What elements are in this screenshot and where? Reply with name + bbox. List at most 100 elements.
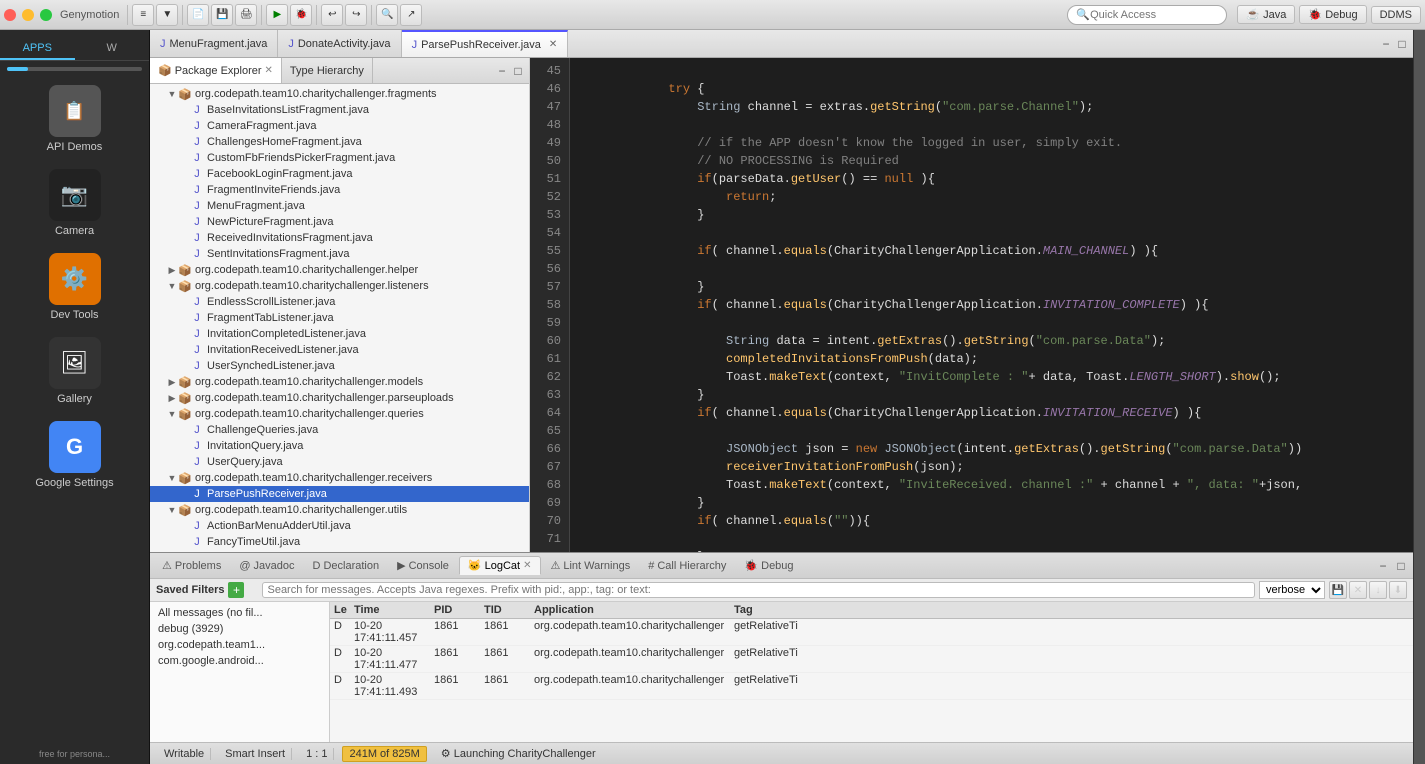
java-icon: J [190,247,204,261]
toolbar-debug-btn[interactable]: 🐞 [290,4,312,26]
tree-file-inv-complete[interactable]: J InvitationCompletedListener.java [150,326,529,342]
app-item-camera[interactable]: 📷 Camera [0,161,149,245]
toolbar-btn-2[interactable]: ▼ [156,4,178,26]
toolbar-search-btn[interactable]: 🔍 [376,4,398,26]
pkg-minimize-btn[interactable]: − [495,64,509,78]
toolbar-print-btn[interactable]: 🖨 [235,4,257,26]
toolbar-redo-btn[interactable]: ↪ [345,4,367,26]
tree-pkg-models[interactable]: ▶ 📦 org.codepath.team10.charitychallenge… [150,374,529,390]
window-maximize-btn[interactable] [40,9,52,21]
tab-menu-fragment[interactable]: J MenuFragment.java [150,30,278,57]
app-item-dev-tools[interactable]: ⚙️ Dev Tools [0,245,149,329]
sidebar-tab-w[interactable]: W [75,38,150,60]
tab-javadoc[interactable]: @ Javadoc [231,558,302,574]
logcat-row-2[interactable]: D 10-20 17:41:11.477 1861 1861 org.codep… [330,646,1413,673]
row-tag: getRelativeTi [734,620,1409,644]
tree-pkg-fragments[interactable]: ▼ 📦 org.codepath.team10.charitychallenge… [150,86,529,102]
logcat-row-1[interactable]: D 10-20 17:41:11.457 1861 1861 org.codep… [330,619,1413,646]
tree-file-fb-login[interactable]: J FacebookLoginFragment.java [150,166,529,182]
logcat-scroll-btn[interactable]: ↓ [1369,581,1387,599]
logcat-verbose-select[interactable]: verbose debug info warn error [1259,581,1325,599]
tab-debug[interactable]: 🐞 Debug [736,557,801,574]
quick-access-input[interactable] [1090,9,1218,21]
pkg-close-icon[interactable]: ✕ [265,65,273,76]
tab-call-hierarchy[interactable]: # Call Hierarchy [640,558,734,574]
bottom-minimize-btn[interactable]: − [1375,558,1391,574]
package-tree[interactable]: ▼ 📦 org.codepath.team10.charitychallenge… [150,84,529,552]
tree-pkg-utils[interactable]: ▼ 📦 org.codepath.team10.charitychallenge… [150,502,529,518]
tab-close-icon[interactable]: ✕ [549,39,557,50]
sidebar-tab-apps[interactable]: APPS [0,38,75,60]
logcat-search-input[interactable] [262,582,1255,598]
tree-file-actionbar[interactable]: J ActionBarMenuAdderUtil.java [150,518,529,534]
tree-pkg-receivers[interactable]: ▼ 📦 org.codepath.team10.charitychallenge… [150,470,529,486]
tree-file-camera-frag[interactable]: J CameraFragment.java [150,118,529,134]
logcat-content: All messages (no fil... debug (3929) org… [150,602,1413,742]
quick-access-search[interactable]: 🔍 [1067,5,1227,25]
toolbar-save-btn[interactable]: 💾 [211,4,233,26]
java-icon: J [190,455,204,469]
tree-pkg-listeners[interactable]: ▼ 📦 org.codepath.team10.charitychallenge… [150,278,529,294]
tab-console[interactable]: ▶ Console [389,557,457,574]
package-explorer-tab[interactable]: 📦 Package Explorer ✕ [150,58,282,83]
tree-file-fragment-invite[interactable]: J FragmentInviteFriends.java [150,182,529,198]
tab-declaration[interactable]: D Declaration [305,558,388,574]
tab-problems[interactable]: ⚠ Problems [154,557,229,574]
java-perspective-btn[interactable]: ☕ Java [1237,5,1295,24]
tab-logcat[interactable]: 🐱 LogCat ✕ [459,556,541,575]
filter-debug[interactable]: debug (3929) [154,622,325,636]
code-editor[interactable]: try { String channel = extras.getString(… [570,58,1413,552]
tree-file-sent-inv[interactable]: J SentInvitationsFragment.java [150,246,529,262]
ddms-perspective-btn[interactable]: DDMS [1371,6,1421,24]
tree-label: MenuFragment.java [207,200,305,212]
toolbar-new-btn[interactable]: 📄 [187,4,209,26]
tree-file-challenges[interactable]: J ChallengesHomeFragment.java [150,134,529,150]
tree-pkg-parseuploads[interactable]: ▶ 📦 org.codepath.team10.charitychallenge… [150,390,529,406]
tab-donate-activity[interactable]: J DonateActivity.java [278,30,401,57]
tree-file-menu-frag[interactable]: J MenuFragment.java [150,198,529,214]
bottom-maximize-btn[interactable]: □ [1393,558,1409,574]
tree-file-user-synched[interactable]: J UserSynchedListener.java [150,358,529,374]
window-close-btn[interactable] [4,9,16,21]
app-item-gallery[interactable]: 🖼 Gallery [0,329,149,413]
maximize-editor-btn[interactable]: □ [1395,37,1409,51]
type-hierarchy-tab[interactable]: Type Hierarchy [282,58,373,83]
window-minimize-btn[interactable] [22,9,34,21]
app-item-google-settings[interactable]: G Google Settings [0,413,149,497]
logcat-row-3[interactable]: D 10-20 17:41:11.493 1861 1861 org.codep… [330,673,1413,700]
tree-file-user-query[interactable]: J UserQuery.java [150,454,529,470]
tree-file-endless-scroll[interactable]: J EndlessScrollListener.java [150,294,529,310]
tab-lint-warnings[interactable]: ⚠ Lint Warnings [543,557,639,574]
minimize-editor-btn[interactable]: − [1379,37,1393,51]
tree-file-newpic[interactable]: J NewPictureFragment.java [150,214,529,230]
tree-file-customfb[interactable]: J CustomFbFriendsPickerFragment.java [150,150,529,166]
app-item-api-demos[interactable]: 📋 API Demos [0,77,149,161]
tree-file-received-inv[interactable]: J ReceivedInvitationsFragment.java [150,230,529,246]
toolbar-ref-btn[interactable]: ↗ [400,4,422,26]
tree-pkg-queries[interactable]: ▼ 📦 org.codepath.team10.charitychallenge… [150,406,529,422]
pkg-maximize-btn[interactable]: □ [511,64,525,78]
filter-all-messages[interactable]: All messages (no fil... [154,606,325,620]
toolbar-undo-btn[interactable]: ↩ [321,4,343,26]
tree-file-inv-query[interactable]: J InvitationQuery.java [150,438,529,454]
toolbar-btn-1[interactable]: ≡ [132,4,154,26]
tree-file-fancytime[interactable]: J FancyTimeUtil.java [150,534,529,550]
tree-file-inv-received[interactable]: J InvitationReceivedListener.java [150,342,529,358]
tree-pkg-helper[interactable]: ▶ 📦 org.codepath.team10.charitychallenge… [150,262,529,278]
filter-org-codepath[interactable]: org.codepath.team1... [154,638,325,652]
logcat-close-icon[interactable]: ✕ [523,560,531,571]
toolbar-run-btn[interactable]: ▶ [266,4,288,26]
tab-parse-push-receiver[interactable]: J ParsePushReceiver.java ✕ [402,30,569,57]
add-filter-btn[interactable]: + [228,582,244,598]
tree-file-frag-tab[interactable]: J FragmentTabListener.java [150,310,529,326]
tree-file-baseinvitations[interactable]: J BaseInvitationsListFragment.java [150,102,529,118]
tree-file-challenge-queries[interactable]: J ChallengeQueries.java [150,422,529,438]
tree-file-parse-push-receiver[interactable]: J ParsePushReceiver.java [150,486,529,502]
filter-com-google[interactable]: com.google.android... [154,654,325,668]
logcat-filter-btn[interactable]: ⬇ [1389,581,1407,599]
logcat-clear-btn[interactable]: ✕ [1349,581,1367,599]
debug-perspective-btn[interactable]: 🐞 Debug [1299,5,1366,24]
logcat-save-btn[interactable]: 💾 [1329,581,1347,599]
java-icon: ☕ [1246,9,1260,21]
editor-scroll[interactable]: 45 46 47 48 49 50 51 52 53 54 55 56 57 5… [530,58,1413,552]
